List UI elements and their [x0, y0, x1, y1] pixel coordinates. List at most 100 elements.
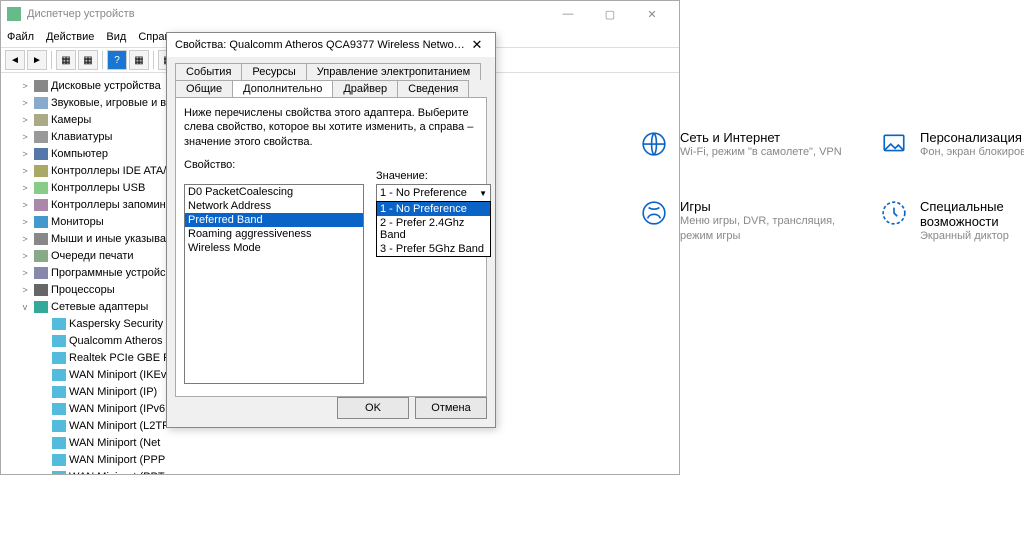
menu-action[interactable]: Действие	[46, 31, 94, 43]
network-adapter-icon	[52, 437, 66, 449]
tree-label: Контроллеры IDE ATA/	[51, 165, 166, 177]
props-tab[interactable]: Управление электропитанием	[306, 63, 481, 80]
maximize-button[interactable]: ▢	[589, 2, 631, 26]
expand-icon[interactable]: >	[19, 234, 31, 244]
tree-label: Процессоры	[51, 284, 115, 296]
property-item[interactable]: Network Address	[185, 199, 363, 213]
toolbar-btn-1[interactable]: ▦	[56, 50, 76, 70]
network-adapter-icon	[52, 386, 66, 398]
tree-label: Камеры	[51, 114, 91, 126]
tree-label: Очереди печати	[51, 250, 134, 262]
device-category-icon	[34, 165, 48, 177]
tree-label: Клавиатуры	[51, 131, 112, 143]
props-tab[interactable]: Сведения	[397, 80, 469, 97]
tree-node-adapter[interactable]: WAN Miniport (Net	[3, 434, 677, 451]
value-label: Значение:	[376, 170, 428, 182]
props-body: Ниже перечислены свойства этого адаптера…	[175, 97, 487, 397]
expand-icon[interactable]: >	[19, 251, 31, 261]
props-tab[interactable]: Ресурсы	[241, 63, 306, 80]
expand-icon[interactable]: >	[19, 149, 31, 159]
tile-personalization[interactable]: ПерсонализацияФон, экран блокировки	[880, 130, 1024, 159]
accessibility-icon	[880, 199, 908, 227]
dm-title: Диспетчер устройств	[27, 8, 547, 20]
toolbar-btn-2[interactable]: ▦	[78, 50, 98, 70]
network-adapter-icon	[52, 369, 66, 381]
cancel-button[interactable]: Отмена	[415, 397, 487, 419]
toolbar-help-icon[interactable]: ?	[107, 50, 127, 70]
tree-label: Kaspersky Security D	[69, 318, 174, 330]
expand-icon[interactable]: >	[19, 115, 31, 125]
expand-icon[interactable]: >	[19, 217, 31, 227]
tree-label: WAN Miniport (Net	[69, 437, 160, 449]
property-label: Свойство:	[184, 159, 478, 171]
props-tab[interactable]: Драйвер	[332, 80, 398, 97]
tree-label: WAN Miniport (IKEv	[69, 369, 166, 381]
expand-icon[interactable]: >	[19, 166, 31, 176]
device-category-icon	[34, 267, 48, 279]
expand-icon[interactable]: >	[19, 132, 31, 142]
menu-file[interactable]: Файл	[7, 31, 34, 43]
device-category-icon	[34, 250, 48, 262]
props-tab[interactable]: Общие	[175, 80, 233, 97]
value-option[interactable]: 2 - Prefer 2.4Ghz Band	[377, 216, 490, 242]
minimize-button[interactable]: —	[547, 2, 589, 26]
props-tabs: СобытияРесурсыУправление электропитанием…	[167, 57, 495, 97]
tile-accessibility[interactable]: Специальные возможностиЭкранный диктор	[880, 199, 1024, 243]
property-listbox[interactable]: D0 PacketCoalescingNetwork AddressPrefer…	[184, 184, 364, 384]
props-tab[interactable]: Дополнительно	[232, 80, 333, 97]
device-category-icon	[34, 182, 48, 194]
tree-label: WAN Miniport (PPP	[69, 454, 165, 466]
props-titlebar[interactable]: Свойства: Qualcomm Atheros QCA9377 Wirel…	[167, 33, 495, 57]
device-category-icon	[34, 301, 48, 313]
network-adapter-icon	[52, 420, 66, 432]
expand-icon[interactable]: >	[19, 81, 31, 91]
network-adapter-icon	[52, 335, 66, 347]
paint-icon	[880, 130, 908, 158]
value-dropdown[interactable]: 1 - No Preference2 - Prefer 2.4Ghz Band3…	[376, 201, 491, 257]
device-category-icon	[34, 114, 48, 126]
value-option[interactable]: 3 - Prefer 5Ghz Band	[377, 242, 490, 256]
toolbar-btn-3[interactable]: ▦	[129, 50, 149, 70]
menu-view[interactable]: Вид	[106, 31, 126, 43]
props-tab[interactable]: События	[175, 63, 242, 80]
toolbar-back[interactable]: ◄	[5, 50, 25, 70]
network-adapter-icon	[52, 352, 66, 364]
tree-label: Дисковые устройства	[51, 80, 161, 92]
tile-gaming[interactable]: ИгрыМеню игры, DVR, трансляция, режим иг…	[640, 199, 870, 243]
tile-network[interactable]: Сеть и ИнтернетWi-Fi, режим "в самолете"…	[640, 130, 870, 159]
value-combobox[interactable]: 1 - No Preference ▼ 1 - No Preference2 -…	[376, 184, 491, 257]
globe-icon	[640, 130, 668, 158]
tree-label: Realtek PCIe GBE Fa	[69, 352, 176, 364]
expand-icon[interactable]: >	[19, 183, 31, 193]
toolbar-fwd[interactable]: ►	[27, 50, 47, 70]
network-adapter-icon	[52, 403, 66, 415]
device-category-icon	[34, 148, 48, 160]
expand-icon[interactable]: >	[19, 268, 31, 278]
tree-label: Сетевые адаптеры	[51, 301, 148, 313]
tree-label: Компьютер	[51, 148, 108, 160]
settings-panel: Сеть и ИнтернетWi-Fi, режим "в самолете"…	[640, 130, 1024, 244]
expand-icon[interactable]: v	[19, 302, 31, 312]
tree-node-adapter[interactable]: WAN Miniport (PPP	[3, 451, 677, 468]
tree-label: WAN Miniport (L2TP	[69, 420, 169, 432]
properties-dialog: Свойства: Qualcomm Atheros QCA9377 Wirel…	[166, 32, 496, 428]
props-close-icon[interactable]: ✕	[467, 37, 487, 53]
network-adapter-icon	[52, 454, 66, 466]
ok-button[interactable]: OK	[337, 397, 409, 419]
value-option[interactable]: 1 - No Preference	[377, 202, 490, 216]
property-item[interactable]: D0 PacketCoalescing	[185, 185, 363, 199]
device-category-icon	[34, 199, 48, 211]
property-item[interactable]: Wireless Mode	[185, 241, 363, 255]
value-selected[interactable]: 1 - No Preference ▼	[376, 184, 491, 202]
tree-node-adapter[interactable]: WAN Miniport (PPT	[3, 468, 677, 474]
dm-titlebar[interactable]: Диспетчер устройств — ▢ ✕	[1, 1, 679, 27]
expand-icon[interactable]: >	[19, 285, 31, 295]
tree-label: Контроллеры запомин	[51, 199, 166, 211]
close-button[interactable]: ✕	[631, 2, 673, 26]
xbox-icon	[640, 199, 668, 227]
expand-icon[interactable]: >	[19, 200, 31, 210]
device-category-icon	[34, 284, 48, 296]
property-item[interactable]: Preferred Band	[185, 213, 363, 227]
expand-icon[interactable]: >	[19, 98, 31, 108]
property-item[interactable]: Roaming aggressiveness	[185, 227, 363, 241]
